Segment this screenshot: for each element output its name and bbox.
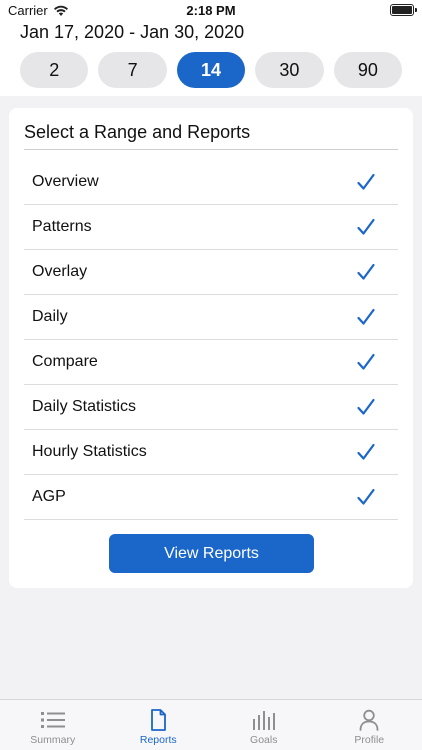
list-icon xyxy=(40,712,65,728)
tab-bar: Summary Reports Goals Profile xyxy=(0,699,422,750)
divider xyxy=(24,149,398,150)
report-item-overview[interactable]: Overview xyxy=(24,160,398,205)
tab-summary[interactable]: Summary xyxy=(0,700,106,750)
report-label: Daily Statistics xyxy=(32,398,137,415)
report-label: Overview xyxy=(32,173,99,190)
report-item-hourly-statistics[interactable]: Hourly Statistics xyxy=(24,430,398,475)
report-item-overlay[interactable]: Overlay xyxy=(24,250,398,295)
checkmark-icon xyxy=(357,443,375,460)
report-item-compare[interactable]: Compare xyxy=(24,340,398,385)
checkmark-icon xyxy=(357,218,375,235)
checkmark-icon xyxy=(357,353,375,370)
checkmark-icon xyxy=(357,398,375,415)
range-option-30[interactable]: 30 xyxy=(255,52,324,88)
report-item-daily-statistics[interactable]: Daily Statistics xyxy=(24,385,398,430)
report-item-patterns[interactable]: Patterns xyxy=(24,205,398,250)
checkmark-icon xyxy=(357,263,375,280)
report-label: AGP xyxy=(32,488,66,505)
report-list: Overview Patterns Overlay Daily Compare … xyxy=(24,160,398,520)
report-label: Daily xyxy=(32,308,68,325)
tab-label: Reports xyxy=(139,734,177,746)
report-item-agp[interactable]: AGP xyxy=(24,475,398,520)
clock: 2:18 PM xyxy=(186,3,236,18)
status-bar: Carrier 2:18 PM xyxy=(0,0,422,22)
report-label: Patterns xyxy=(32,218,92,235)
report-label: Overlay xyxy=(32,263,88,280)
range-selector: 2 7 14 30 90 xyxy=(20,52,403,88)
battery-icon xyxy=(390,4,417,16)
checkmark-icon xyxy=(357,173,375,190)
range-option-2[interactable]: 2 xyxy=(20,52,89,88)
report-label: Compare xyxy=(32,353,98,370)
range-option-7[interactable]: 7 xyxy=(98,52,167,88)
view-reports-button[interactable]: View Reports xyxy=(109,534,314,573)
tab-label: Summary xyxy=(30,734,76,746)
tab-label: Profile xyxy=(354,734,385,746)
report-item-daily[interactable]: Daily xyxy=(24,295,398,340)
document-icon xyxy=(151,709,167,731)
checkmark-icon xyxy=(357,488,375,505)
card-title: Select a Range and Reports xyxy=(24,122,251,142)
date-range-label: Jan 17, 2020 - Jan 30, 2020 xyxy=(20,22,245,42)
tab-label: Goals xyxy=(250,734,278,746)
bar-chart-icon xyxy=(252,711,275,730)
reports-card: Select a Range and Reports Overview Patt… xyxy=(9,108,413,588)
report-label: Hourly Statistics xyxy=(32,443,147,460)
checkmark-icon xyxy=(357,308,375,325)
range-option-14[interactable]: 14 xyxy=(176,52,246,88)
tab-profile[interactable]: Profile xyxy=(317,700,422,750)
tab-goals[interactable]: Goals xyxy=(211,700,317,750)
range-option-90[interactable]: 90 xyxy=(333,52,403,88)
header-area: Carrier 2:18 PM Jan 17, 2020 - Jan 30, 2… xyxy=(0,0,422,96)
tab-reports[interactable]: Reports xyxy=(106,700,212,750)
person-icon xyxy=(359,709,379,731)
